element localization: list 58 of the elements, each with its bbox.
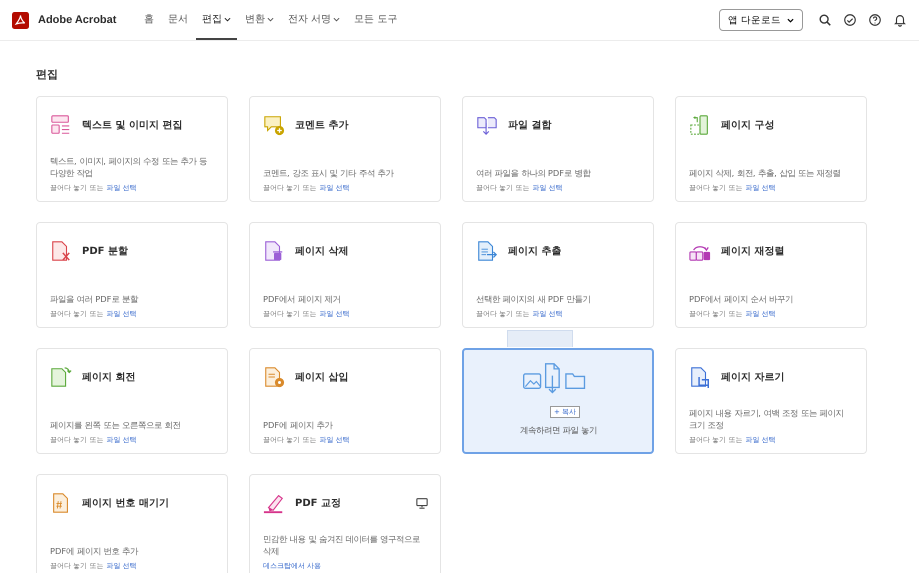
caret-icon [224,16,231,22]
rotate-page-icon [50,366,72,388]
search-icon[interactable] [818,13,832,27]
tool-description: 파일을 여러 PDF로 분할 [50,292,140,305]
app-name: Adobe Acrobat [38,14,116,26]
nav-tab[interactable]: 문서 [162,0,194,40]
page-arrow-icon [476,240,498,262]
section-title: 편집 [36,67,59,82]
tool-description: PDF에 페이지 추가 [263,418,334,431]
tool-title: 텍스트 및 이미지 편집 [82,119,182,132]
tool-title: 페이지 번호 매기기 [82,497,169,510]
tool-description: 여러 파일을 하나의 PDF로 병합 [476,166,592,179]
tool-description: 텍스트, 이미지, 페이지의 수정 또는 추가 등 다양한 작업 [50,154,208,179]
layout-icon [50,114,72,136]
tool-title: 페이지 구성 [721,119,774,132]
pages-icon [689,114,711,136]
nav-tab[interactable]: 모든 도구 [348,0,404,40]
tool-description: PDF에서 페이지 제거 [263,292,342,305]
tool-description: 코멘트, 강조 표시 및 기타 주석 추가 [263,166,395,179]
nav-tab[interactable]: 전자 서명 [282,0,346,40]
tool-title: PDF 교정 [295,497,341,510]
tool-description: 페이지를 왼쪽 또는 오른쪽으로 회전 [50,418,182,431]
marker-icon [263,492,285,514]
tool-title: 페이지 자르기 [721,371,784,384]
check-circle-icon[interactable] [843,13,857,27]
tool-title: 페이지 재정렬 [721,245,784,258]
bell-icon[interactable] [893,13,907,27]
tool-title: 페이지 회전 [82,371,136,384]
caret-icon [787,18,794,22]
desktop-icon [416,497,428,509]
insert-page-icon [263,366,285,388]
tool-description: 페이지 삭제, 회전, 추출, 삽입 또는 재정렬 [689,166,842,179]
tool-title: 페이지 추출 [508,245,562,258]
combine-files-icon [476,114,498,136]
tool-description: 선택한 페이지의 새 PDF 만들기 [476,292,592,305]
nav-tab[interactable]: 편집 [196,0,237,40]
tool-title: PDF 분할 [82,245,128,258]
drop-message: 계속하려면 파일 놓기 [520,425,598,436]
tool-title: 파일 결합 [508,119,552,132]
comment-add-icon [263,114,285,136]
nav-tab[interactable]: 변환 [239,0,280,40]
caret-icon [333,16,340,22]
caret-icon [267,16,274,22]
acrobat-logo-icon[interactable] [12,12,29,28]
help-icon[interactable] [868,13,882,27]
tool-description: PDF에 페이지 번호 추가 [50,544,140,557]
scissors-icon [50,240,72,262]
dragged-file-preview [507,330,573,347]
trash-page-icon [263,240,285,262]
tool-description: 민감한 내용 및 숨겨진 데이터를 영구적으로 삭제 [263,532,422,557]
tool-title: 페이지 삽입 [295,371,348,384]
tool-title: 코멘트 추가 [295,119,348,132]
tool-title: 페이지 삭제 [295,245,348,258]
download-app-button[interactable]: 앱 다운로드 [718,9,803,31]
tool-description: 페이지 내용 자르기, 여백 조정 또는 페이지 크기 조정 [689,406,844,431]
nav-tab[interactable]: 홈 [138,0,160,40]
crop-icon [689,366,711,388]
tool-description: PDF에서 페이지 순서 바꾸기 [689,292,794,305]
